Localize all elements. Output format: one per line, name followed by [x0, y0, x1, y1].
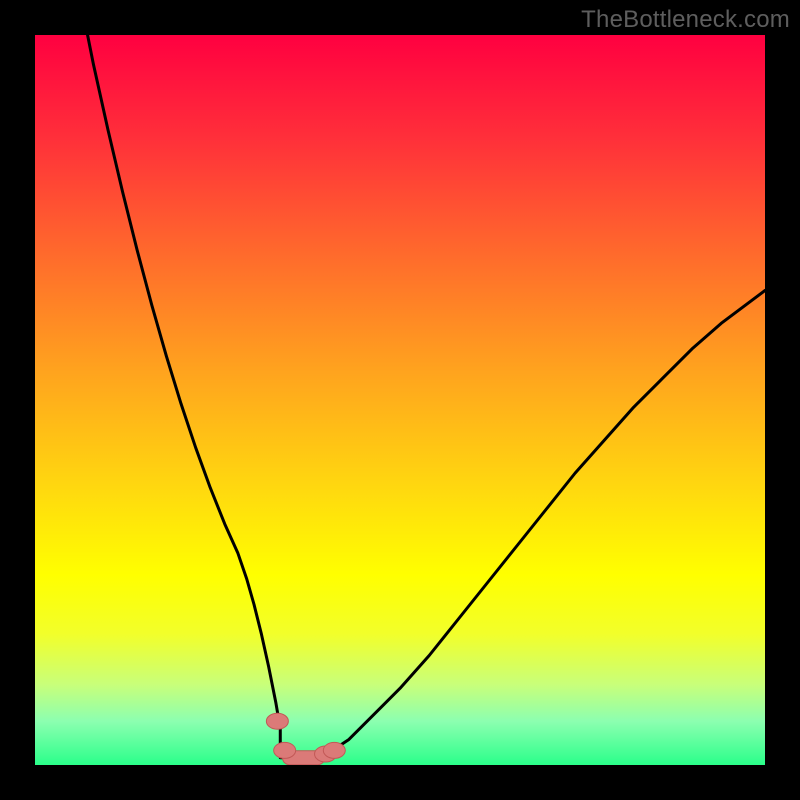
marker-dot — [323, 742, 345, 758]
gradient-background — [35, 35, 765, 765]
marker-dot — [266, 713, 288, 729]
marker-dot — [274, 742, 296, 758]
bottleneck-chart — [35, 35, 765, 765]
watermark-text: TheBottleneck.com — [581, 6, 790, 34]
chart-frame: TheBottleneck.com — [0, 0, 800, 800]
